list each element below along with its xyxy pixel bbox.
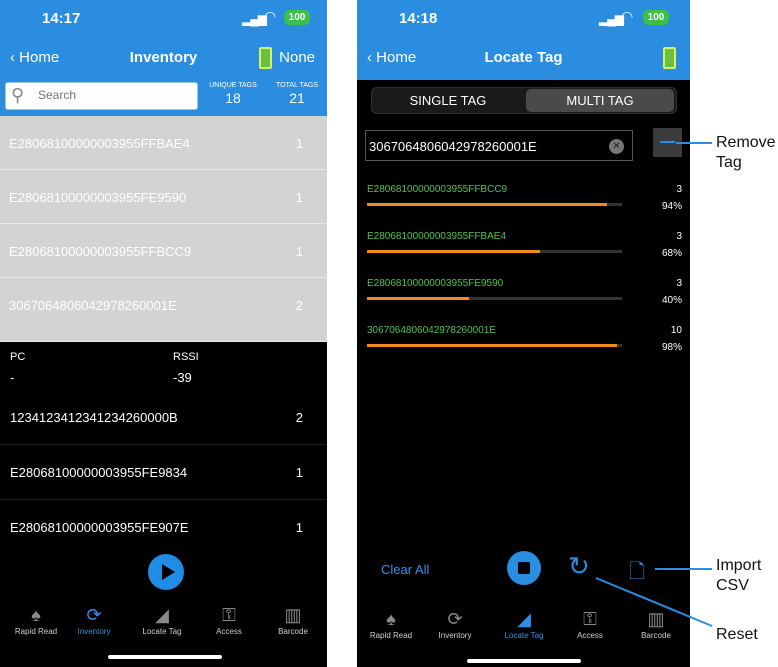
import-csv-annotation: Import CSV <box>716 556 761 596</box>
callout-lines <box>595 142 713 627</box>
annotation-text: CSV <box>716 577 749 594</box>
reset-annotation: Reset <box>716 626 758 643</box>
annotation-text: Tag <box>716 154 742 171</box>
reset-callout-line <box>595 577 713 627</box>
annotation-text: Remove <box>716 134 776 151</box>
remove-tag-annotation: Remove Tag <box>716 133 776 173</box>
annotation-text: Import <box>716 557 762 574</box>
